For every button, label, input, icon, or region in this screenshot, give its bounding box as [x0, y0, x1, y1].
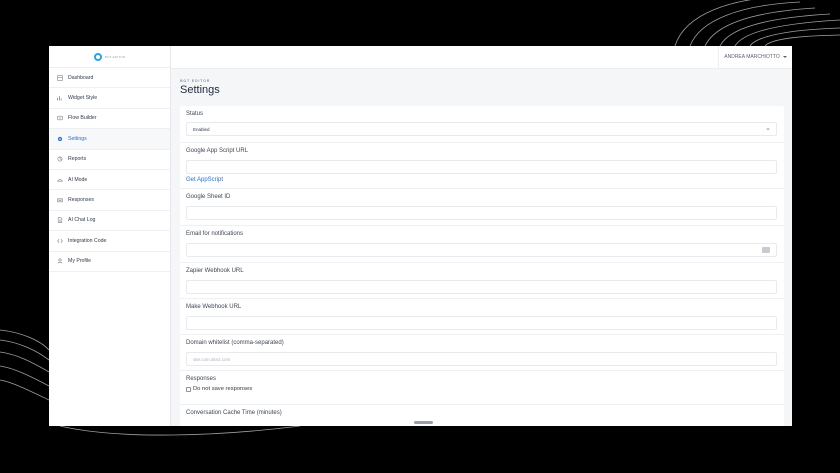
do-not-save-responses-checkbox[interactable]: [186, 386, 191, 392]
divider: [180, 188, 784, 189]
google-sheet-id-group: Google Sheet ID: [186, 194, 777, 220]
make-group: Make Webhook URL: [186, 304, 777, 330]
email-input[interactable]: [186, 243, 777, 257]
inbox-icon: [57, 197, 63, 203]
make-label: Make Webhook URL: [186, 304, 242, 310]
google-sheet-id-label: Google Sheet ID: [186, 194, 231, 200]
logo[interactable]: BOT EDITOR: [49, 46, 170, 68]
sidebar-item-label: AI Mode: [68, 176, 88, 183]
sidebar: BOT EDITOR Dashboard Widget Style Flow B…: [49, 46, 171, 426]
zapier-label: Zapier Webhook URL: [186, 268, 244, 274]
sidebar-item-label: Widget Style: [68, 95, 98, 102]
zapier-input[interactable]: [186, 280, 777, 294]
responses-label: Responses: [186, 376, 217, 382]
zapier-group: Zapier Webhook URL: [186, 268, 777, 294]
make-input[interactable]: [186, 316, 777, 330]
divider: [180, 298, 784, 299]
sidebar-item-label: Settings: [68, 135, 87, 142]
top-bar: ANDREA MARCHIOTTO: [171, 46, 792, 69]
google-app-script-group: Google App Script URL Get AppScript: [186, 148, 777, 183]
main-content: BOT EDITOR Settings Status Enabled Googl…: [180, 79, 784, 426]
divider: [180, 334, 784, 335]
gear-icon: [57, 136, 63, 142]
sidebar-item-responses[interactable]: Responses: [49, 190, 170, 211]
app-window: BOT EDITOR Dashboard Widget Style Flow B…: [49, 46, 792, 426]
sidebar-item-widget-style[interactable]: Widget Style: [49, 88, 170, 109]
divider: [180, 225, 784, 226]
sidebar-item-ai-mode[interactable]: AI Mode: [49, 170, 170, 191]
settings-form: Status Enabled Google App Script URL Get…: [180, 106, 784, 426]
domain-whitelist-group: Domain whitelist (comma-separated) site.…: [186, 340, 777, 366]
divider: [180, 404, 784, 405]
status-label: Status: [186, 111, 204, 117]
sidebar-item-flow-builder[interactable]: Flow Builder: [49, 109, 170, 130]
sidebar-item-label: Dashboard: [68, 74, 94, 81]
page-eyebrow: BOT EDITOR: [180, 79, 211, 83]
divider: [180, 262, 784, 263]
user-icon: [57, 258, 63, 264]
domain-whitelist-input[interactable]: site.com,site2.com: [186, 352, 777, 366]
chevron-down-icon: [766, 128, 770, 130]
do-not-save-responses-label[interactable]: Do not save responses: [193, 386, 252, 392]
logo-icon: [93, 52, 102, 61]
email-group: Email for notifications: [186, 231, 777, 257]
cache-time-label: Conversation Cache Time (minutes): [186, 410, 282, 416]
logo-text: BOT EDITOR: [104, 54, 126, 59]
sidebar-item-label: AI Chat Log: [68, 217, 96, 224]
email-label: Email for notifications: [186, 231, 244, 237]
sidebar-item-my-profile[interactable]: My Profile: [49, 252, 170, 272]
ai-icon: [57, 177, 63, 183]
get-appscript-link[interactable]: Get AppScript: [186, 177, 223, 183]
do-not-save-responses-row: Do not save responses: [186, 386, 777, 392]
status-select[interactable]: Enabled: [186, 122, 777, 136]
dashboard-icon: [57, 74, 63, 81]
sidebar-item-ai-chat-log[interactable]: AI Chat Log: [49, 211, 170, 232]
google-app-script-label: Google App Script URL: [186, 148, 249, 154]
sidebar-item-settings[interactable]: Settings: [49, 129, 170, 150]
domain-whitelist-label: Domain whitelist (comma-separated): [186, 340, 284, 346]
sidebar-item-label: Reports: [68, 156, 87, 163]
sidebar-item-integration-code[interactable]: Integration Code: [49, 231, 170, 252]
sidebar-item-label: Flow Builder: [68, 115, 97, 122]
cache-time-group: Conversation Cache Time (minutes): [186, 410, 777, 416]
status-value: Enabled: [193, 126, 210, 132]
google-app-script-input[interactable]: [186, 160, 777, 174]
page-title: Settings: [180, 84, 220, 96]
sidebar-item-dashboard[interactable]: Dashboard: [49, 68, 170, 89]
sidebar-item-reports[interactable]: Reports: [49, 150, 170, 170]
sidebar-item-label: Responses: [68, 197, 94, 204]
divider: [180, 142, 784, 143]
domain-whitelist-placeholder: site.com,site2.com: [193, 356, 231, 362]
keyboard-icon[interactable]: [762, 247, 770, 253]
code-icon: [57, 238, 63, 244]
status-group: Status Enabled: [186, 111, 777, 136]
google-sheet-id-input[interactable]: [186, 206, 777, 220]
reports-icon: [57, 156, 63, 162]
user-name: ANDREA MARCHIOTTO: [724, 54, 780, 60]
sidebar-item-label: My Profile: [68, 258, 92, 265]
divider: [180, 370, 784, 371]
chart-icon: [57, 95, 63, 101]
scroll-handle[interactable]: [414, 421, 433, 424]
responses-group: Responses Do not save responses: [186, 376, 777, 392]
flow-icon: [57, 115, 63, 121]
sidebar-item-label: Integration Code: [68, 237, 107, 244]
user-menu[interactable]: ANDREA MARCHIOTTO: [718, 46, 792, 68]
document-icon: [57, 217, 63, 224]
chevron-down-icon: [782, 56, 787, 58]
